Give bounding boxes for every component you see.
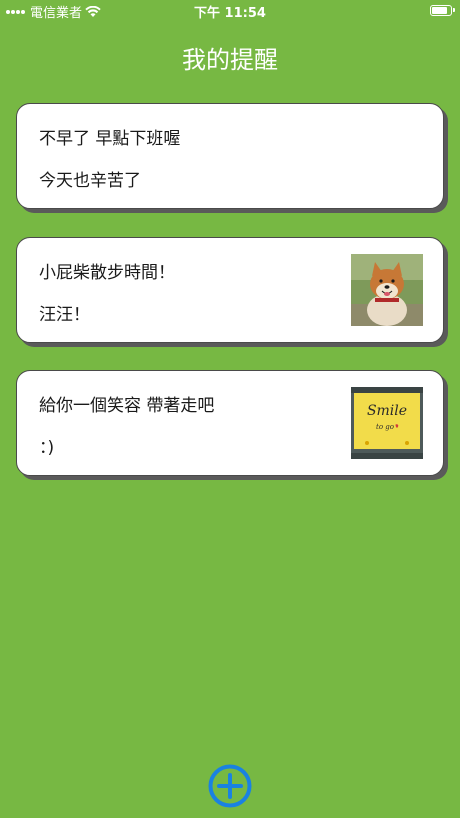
status-time: 下午 11:54 xyxy=(194,6,266,21)
add-reminder-button[interactable] xyxy=(208,764,252,808)
reminder-title: 小屁柴散步時間！ xyxy=(39,263,175,283)
smile-note-photo: Smile to go xyxy=(351,387,423,459)
plus-circle-icon xyxy=(208,764,252,808)
reminder-body: 今天也辛苦了 xyxy=(39,171,141,191)
svg-text:to go: to go xyxy=(376,423,394,431)
status-bar: 電信業者 下午 11:54 xyxy=(0,0,460,22)
svg-text:Smile: Smile xyxy=(367,403,407,419)
reminder-card[interactable]: 不早了 早點下班喔 今天也辛苦了 xyxy=(16,103,444,209)
page-title: 我的提醒 xyxy=(182,46,278,74)
reminder-body: ：) xyxy=(39,438,55,458)
reminder-card[interactable]: 給你一個笑容 帶著走吧 ：) Smile to go xyxy=(16,370,444,476)
shiba-dog-photo xyxy=(351,254,423,326)
reminder-title: 不早了 早點下班喔 xyxy=(39,129,181,149)
reminder-title: 給你一個笑容 帶著走吧 xyxy=(39,396,215,416)
battery-icon xyxy=(430,5,455,16)
reminder-body: 汪汪！ xyxy=(39,305,90,325)
reminder-card[interactable]: 小屁柴散步時間！ 汪汪！ xyxy=(16,237,444,343)
